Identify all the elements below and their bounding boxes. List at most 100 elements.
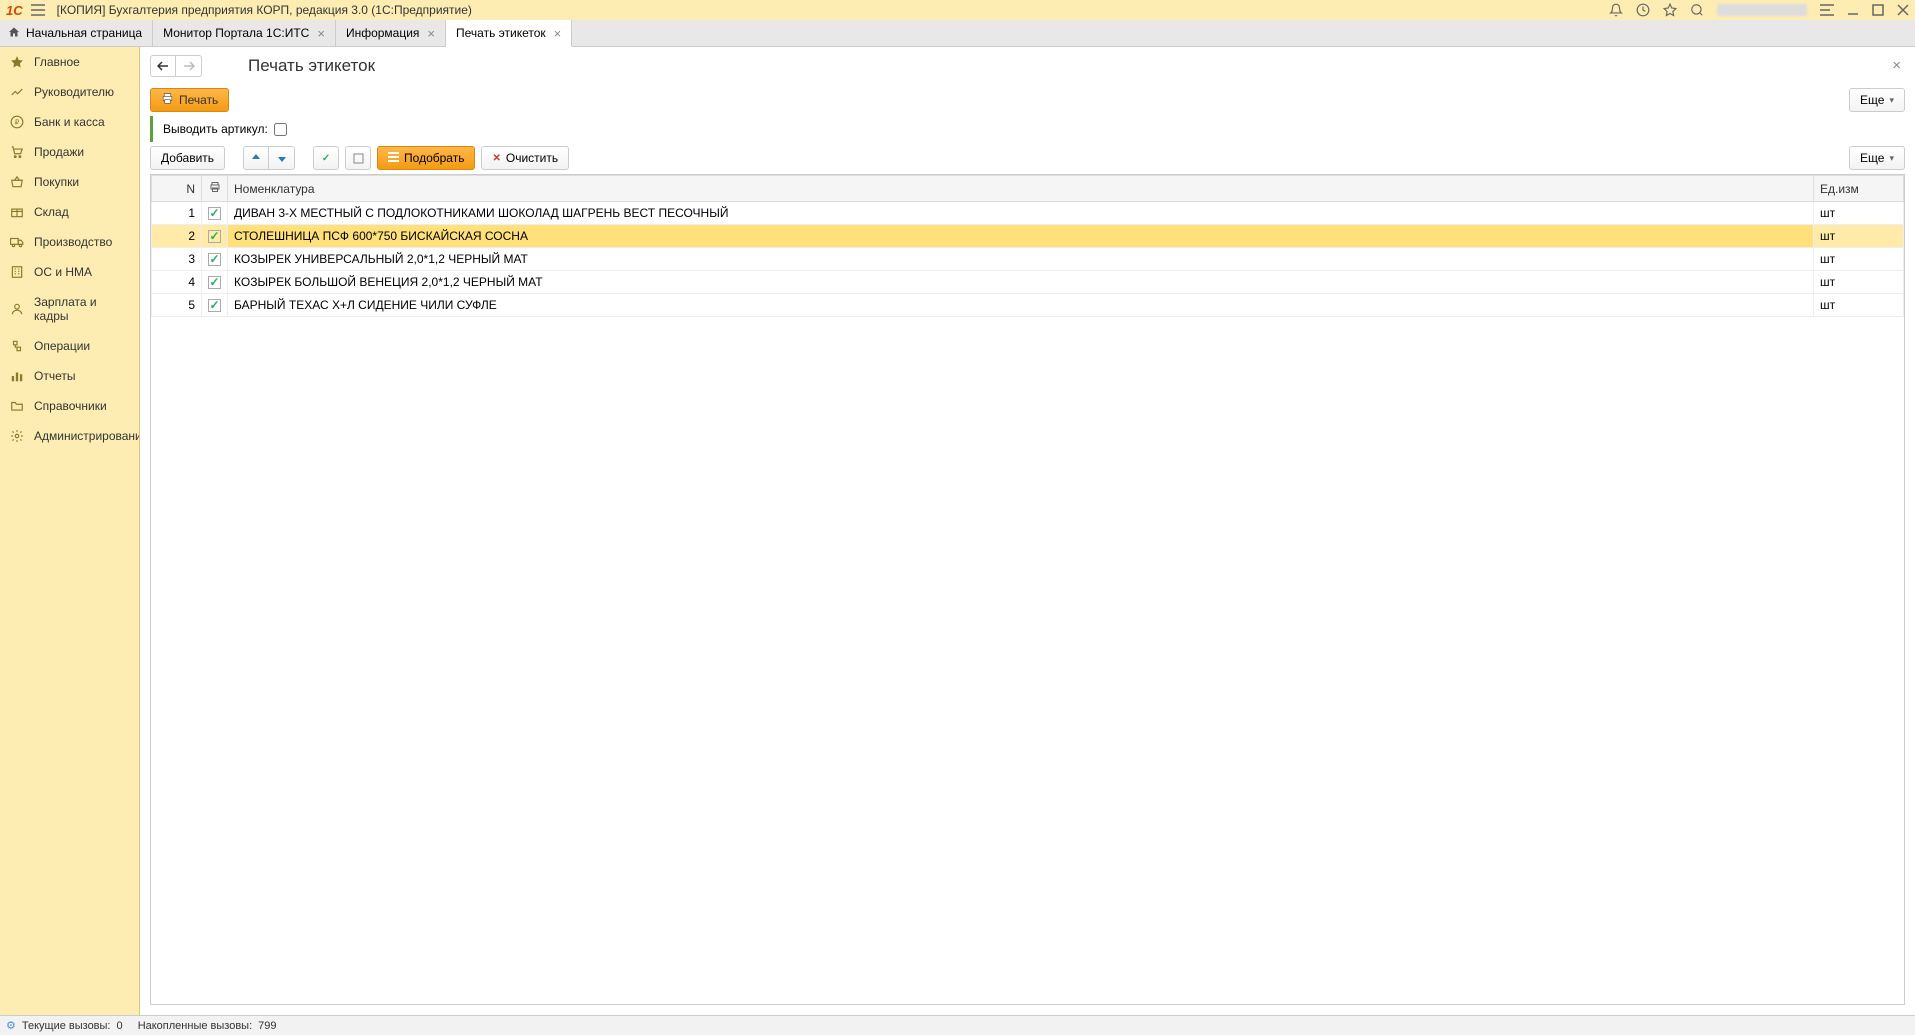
sidebar-item-label: Главное bbox=[34, 55, 80, 69]
person-icon bbox=[10, 302, 24, 316]
sidebar-item[interactable]: Руководителю bbox=[0, 77, 139, 107]
hamburger-icon[interactable] bbox=[31, 4, 47, 16]
sidebar-item-label: Руководителю bbox=[34, 85, 114, 99]
add-button[interactable]: Добавить bbox=[150, 146, 225, 170]
sidebar-item[interactable]: Администрирование bbox=[0, 421, 139, 451]
bell-icon[interactable] bbox=[1609, 3, 1623, 17]
sidebar-item-label: Производство bbox=[34, 235, 112, 249]
cell-n: 5 bbox=[152, 294, 202, 317]
box-icon bbox=[10, 205, 24, 219]
cell-check[interactable]: ✓ bbox=[202, 271, 228, 294]
maximize-icon[interactable] bbox=[1872, 4, 1884, 16]
printer-icon bbox=[161, 92, 174, 108]
sidebar-item[interactable]: Производство bbox=[0, 227, 139, 257]
move-up-button[interactable] bbox=[243, 146, 269, 170]
move-down-button[interactable] bbox=[269, 146, 295, 170]
sidebar-item[interactable]: ₽Банк и касса bbox=[0, 107, 139, 137]
sidebar-item[interactable]: Справочники bbox=[0, 391, 139, 421]
sidebar-item[interactable]: Главное bbox=[0, 47, 139, 77]
list-icon bbox=[388, 151, 399, 165]
sidebar-item-label: Покупки bbox=[34, 175, 79, 189]
clear-icon: ✕ bbox=[492, 153, 500, 164]
sidebar-item[interactable]: Склад bbox=[0, 197, 139, 227]
table-row[interactable]: 2✓СТОЛЕШНИЦА ПСФ 600*750 БИСКАЙСКАЯ СОСН… bbox=[152, 225, 1904, 248]
sidebar-item[interactable]: ОС и НМА bbox=[0, 257, 139, 287]
cell-n: 3 bbox=[152, 248, 202, 271]
close-window-icon[interactable] bbox=[1897, 4, 1909, 16]
more-button-2[interactable]: Еще bbox=[1849, 146, 1905, 170]
home-icon bbox=[8, 26, 20, 41]
cell-n: 4 bbox=[152, 271, 202, 294]
history-icon[interactable] bbox=[1636, 3, 1650, 17]
cell-nomenclature: ДИВАН 3-Х МЕСТНЫЙ С ПОДЛОКОТНИКАМИ ШОКОЛ… bbox=[228, 202, 1814, 225]
show-article-label: Выводить артикул: bbox=[163, 122, 268, 136]
tab-home[interactable]: Начальная страница bbox=[0, 20, 153, 46]
print-button[interactable]: Печать bbox=[150, 88, 229, 112]
nav-back-button[interactable] bbox=[150, 55, 176, 77]
cell-check[interactable]: ✓ bbox=[202, 294, 228, 317]
check-icon: ✓ bbox=[208, 207, 221, 220]
tab-close-icon[interactable]: × bbox=[427, 26, 435, 41]
cell-unit: шт bbox=[1814, 202, 1904, 225]
items-table[interactable]: N Номенклатура Ед.изм 1✓ДИВАН 3-Х МЕСТНЫ… bbox=[150, 174, 1905, 1005]
tab-label: Печать этикеток bbox=[456, 26, 546, 40]
cell-check[interactable]: ✓ bbox=[202, 248, 228, 271]
search-icon[interactable] bbox=[1690, 3, 1704, 17]
sidebar-item-label: Администрирование bbox=[34, 429, 140, 443]
minimize-icon[interactable] bbox=[1847, 4, 1859, 16]
sidebar: Главное Руководителю ₽Банк и кассаПродажи П… bbox=[0, 47, 140, 1015]
tab-item[interactable]: Печать этикеток × bbox=[446, 20, 572, 47]
show-article-checkbox[interactable] bbox=[274, 123, 287, 136]
tab-label: Информация bbox=[346, 26, 419, 40]
settings-icon[interactable] bbox=[1820, 3, 1834, 17]
close-page-icon[interactable]: × bbox=[1888, 53, 1905, 78]
sidebar-item[interactable]: Покупки bbox=[0, 167, 139, 197]
check-icon: ✓ bbox=[208, 230, 221, 243]
tab-home-label: Начальная страница bbox=[26, 26, 142, 40]
sidebar-item[interactable]: Операции bbox=[0, 331, 139, 361]
cell-unit: шт bbox=[1814, 225, 1904, 248]
cell-check[interactable]: ✓ bbox=[202, 225, 228, 248]
cell-nomenclature: КОЗЫРЕК БОЛЬШОЙ ВЕНЕЦИЯ 2,0*1,2 ЧЕРНЫЙ М… bbox=[228, 271, 1814, 294]
tab-item[interactable]: Информация × bbox=[336, 20, 446, 46]
tab-close-icon[interactable]: × bbox=[554, 26, 562, 41]
col-header-n[interactable]: N bbox=[152, 176, 202, 202]
user-name[interactable] bbox=[1717, 4, 1807, 16]
uncheck-all-button[interactable] bbox=[345, 146, 371, 170]
cell-nomenclature: СТОЛЕШНИЦА ПСФ 600*750 БИСКАЙСКАЯ СОСНА bbox=[228, 225, 1814, 248]
clear-button[interactable]: ✕ Очистить bbox=[481, 146, 569, 170]
chart-icon bbox=[10, 85, 24, 99]
nav-forward-button[interactable] bbox=[176, 55, 202, 77]
tab-item[interactable]: Монитор Портала 1С:ИТС × bbox=[153, 20, 336, 46]
sidebar-item-label: Отчеты bbox=[34, 369, 75, 383]
current-calls-value: 0 bbox=[117, 1020, 123, 1032]
bars-icon bbox=[10, 369, 24, 383]
col-header-unit[interactable]: Ед.изм bbox=[1814, 176, 1904, 202]
tab-close-icon[interactable]: × bbox=[317, 26, 325, 41]
sidebar-item[interactable]: Продажи bbox=[0, 137, 139, 167]
cart-icon bbox=[10, 145, 24, 159]
cell-unit: шт bbox=[1814, 294, 1904, 317]
check-icon: ✓ bbox=[208, 253, 221, 266]
table-row[interactable]: 1✓ДИВАН 3-Х МЕСТНЫЙ С ПОДЛОКОТНИКАМИ ШОК… bbox=[152, 202, 1904, 225]
sidebar-item-label: Справочники bbox=[34, 399, 107, 413]
truck-icon bbox=[10, 235, 24, 249]
folder-icon bbox=[10, 399, 24, 413]
cell-check[interactable]: ✓ bbox=[202, 202, 228, 225]
select-button[interactable]: Подобрать bbox=[377, 146, 475, 170]
table-row[interactable]: 4✓КОЗЫРЕК БОЛЬШОЙ ВЕНЕЦИЯ 2,0*1,2 ЧЕРНЫЙ… bbox=[152, 271, 1904, 294]
more-button-1[interactable]: Еще bbox=[1849, 88, 1905, 112]
sidebar-item[interactable]: Зарплата и кадры bbox=[0, 287, 139, 331]
col-header-nomenclature[interactable]: Номенклатура bbox=[228, 176, 1814, 202]
sidebar-item[interactable]: Отчеты bbox=[0, 361, 139, 391]
ops-icon bbox=[10, 339, 24, 353]
table-row[interactable]: 3✓КОЗЫРЕК УНИВЕРСАЛЬНЫЙ 2,0*1,2 ЧЕРНЫЙ М… bbox=[152, 248, 1904, 271]
table-row[interactable]: 5✓БАРНЫЙ ТЕХАС Х+Л СИДЕНИЕ ЧИЛИ СУФЛЕшт bbox=[152, 294, 1904, 317]
col-header-check[interactable] bbox=[202, 176, 228, 202]
current-calls-label: Текущие вызовы: bbox=[22, 1020, 111, 1032]
star-icon[interactable] bbox=[1663, 3, 1677, 17]
check-all-button[interactable]: ✓ bbox=[313, 146, 339, 170]
sidebar-item-label: Зарплата и кадры bbox=[34, 295, 129, 323]
tab-label: Монитор Портала 1С:ИТС bbox=[163, 26, 309, 40]
sidebar-item-label: Операции bbox=[34, 339, 90, 353]
